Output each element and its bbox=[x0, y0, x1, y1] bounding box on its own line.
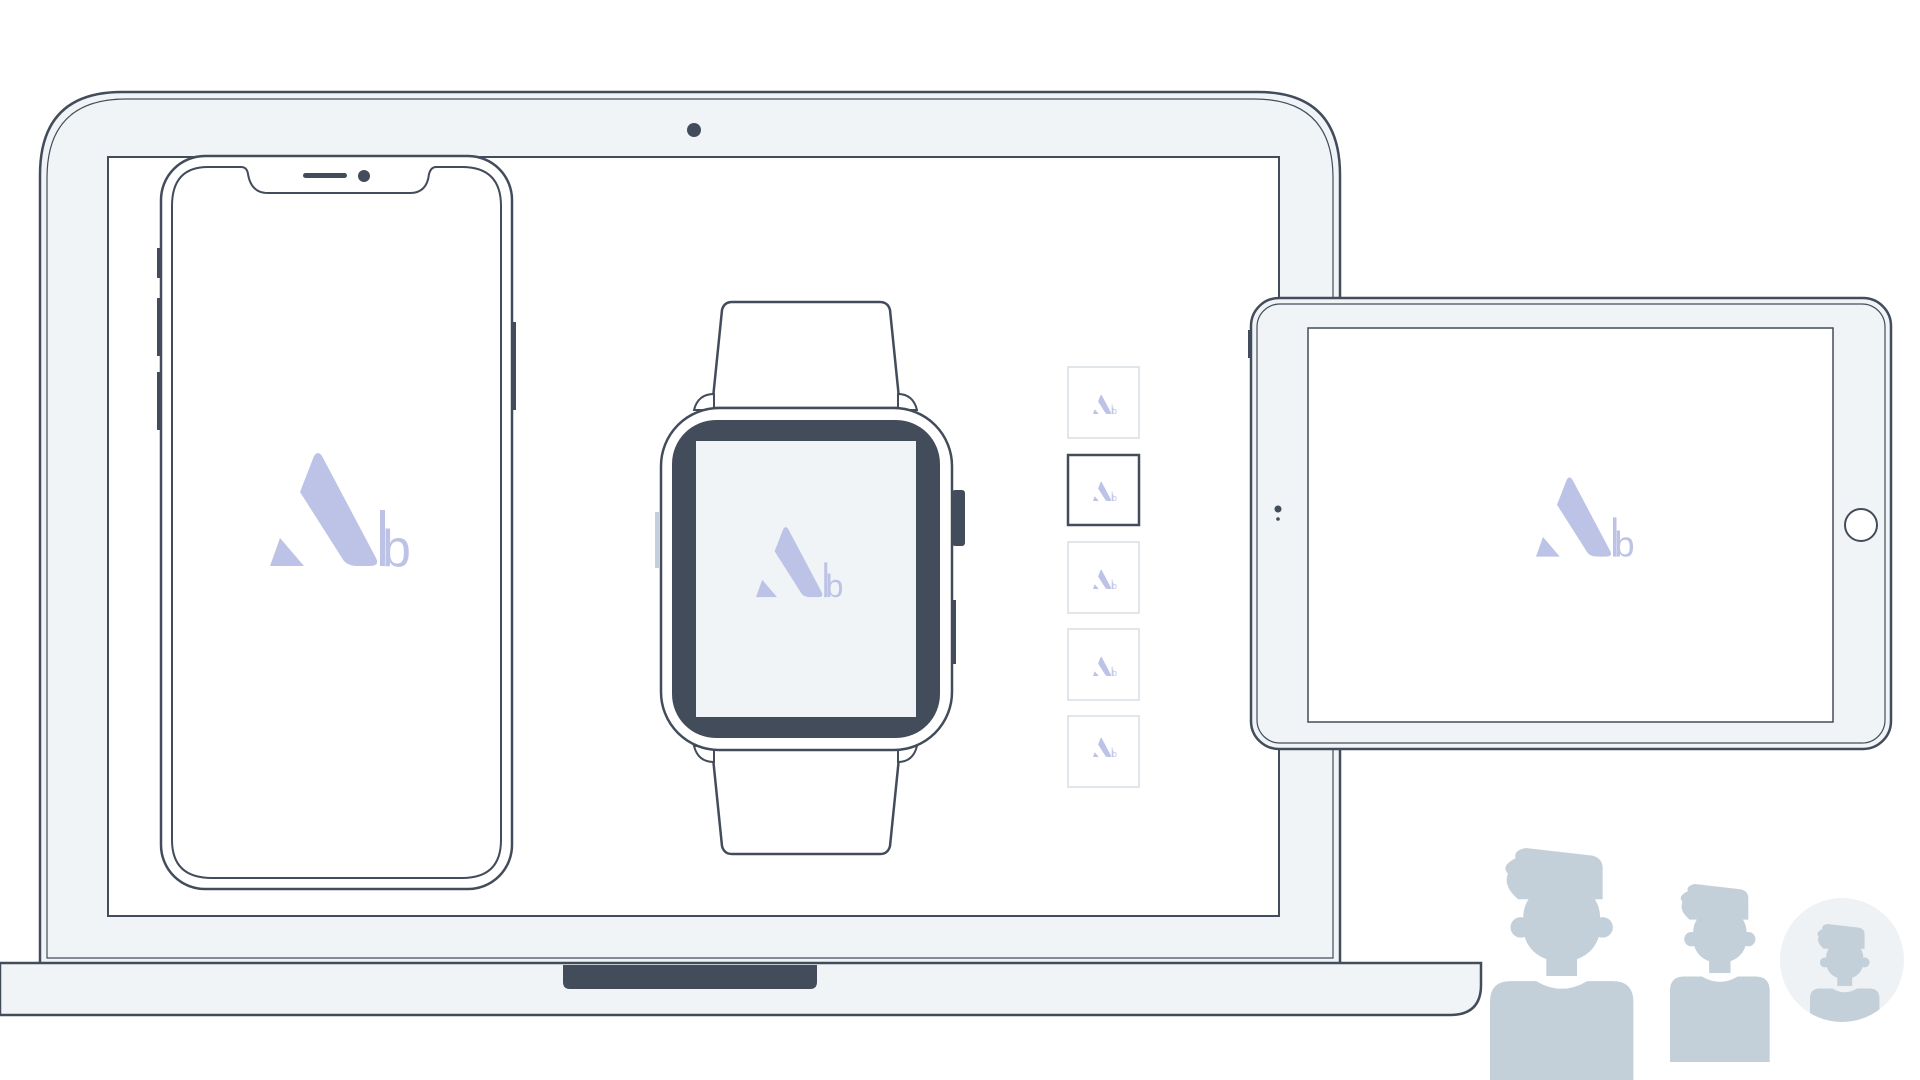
thumbnail-strip: b b b b b bbox=[1066, 366, 1141, 788]
svg-text:b: b bbox=[825, 568, 843, 604]
tablet-camera bbox=[1274, 505, 1282, 513]
thumbnail-item[interactable]: b bbox=[1067, 366, 1140, 439]
tablet-device: b bbox=[1248, 296, 1893, 751]
thumbnail-item[interactable]: b bbox=[1067, 628, 1140, 701]
smartphone-icon: b bbox=[157, 154, 516, 891]
avatar-circle bbox=[1780, 898, 1904, 1022]
laptop-camera bbox=[687, 123, 701, 137]
svg-text:b: b bbox=[1614, 524, 1634, 565]
tablet-home-button[interactable] bbox=[1844, 508, 1878, 542]
avatar-medium bbox=[1670, 884, 1770, 1062]
watch-strap-bottom bbox=[710, 746, 902, 856]
user-silhouette-icon bbox=[1490, 848, 1634, 1080]
laptop-trackpad-notch bbox=[563, 965, 817, 989]
thumbnail-item-selected[interactable]: b bbox=[1066, 453, 1141, 527]
svg-text:b: b bbox=[1112, 493, 1117, 503]
phone-device: b bbox=[157, 154, 516, 891]
svg-text:b: b bbox=[1112, 668, 1117, 678]
phone-camera bbox=[358, 170, 370, 182]
svg-text:b: b bbox=[1112, 406, 1117, 416]
svg-text:b: b bbox=[1112, 749, 1117, 759]
svg-text:b: b bbox=[1112, 581, 1117, 591]
device-mockup-canvas: b b b b b b b b bbox=[0, 90, 1904, 1080]
thumbnail-item[interactable]: b bbox=[1067, 715, 1140, 788]
phone-speaker bbox=[303, 173, 347, 178]
watch-crown bbox=[952, 490, 965, 546]
avatar-large bbox=[1490, 848, 1634, 1080]
user-silhouette-icon bbox=[1670, 884, 1770, 1062]
thumbnail-item[interactable]: b bbox=[1067, 541, 1140, 614]
watch-strap-top bbox=[710, 300, 902, 410]
tablet-icon: b bbox=[1248, 296, 1893, 751]
svg-text:b: b bbox=[382, 520, 411, 578]
